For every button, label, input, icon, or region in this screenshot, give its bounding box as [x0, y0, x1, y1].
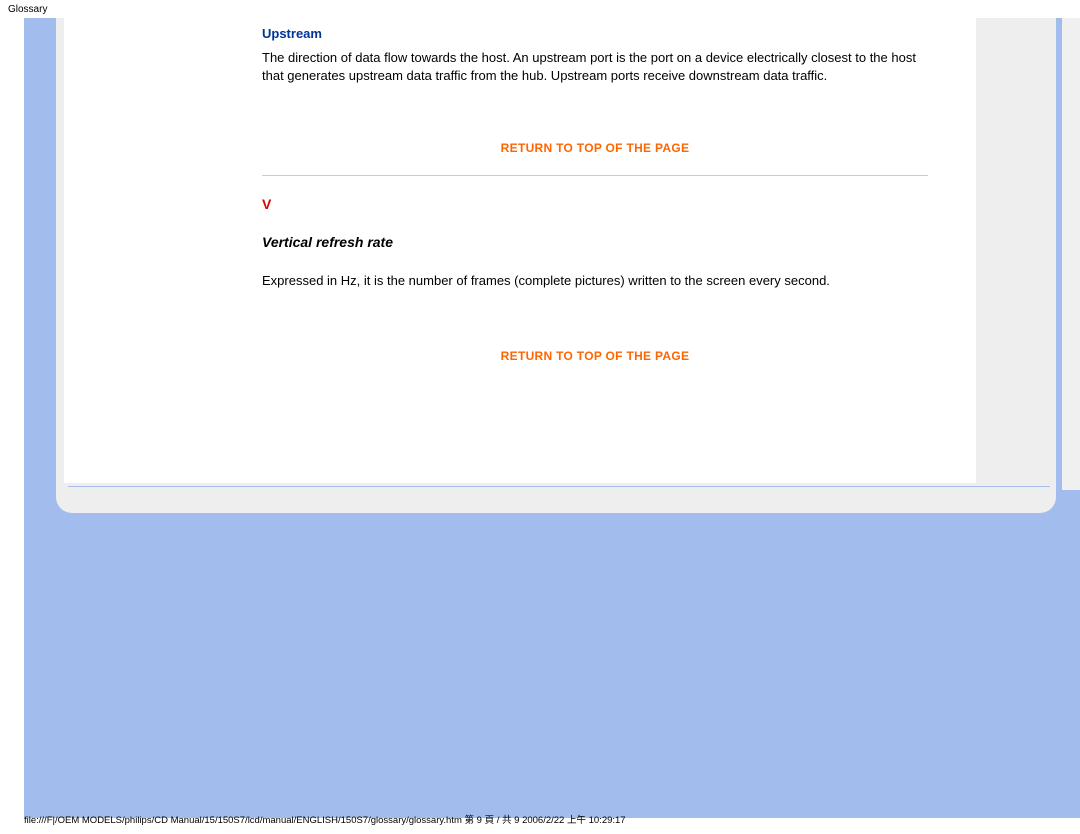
upstream-description: The direction of data flow towards the h…: [262, 49, 928, 85]
header-label: Glossary: [0, 0, 1080, 19]
upstream-term-link[interactable]: Upstream: [262, 26, 322, 41]
divider: [262, 175, 928, 176]
content-box: Upstream The direction of data flow towa…: [64, 18, 976, 483]
content-inner: Upstream The direction of data flow towa…: [262, 25, 928, 383]
main-panel: Upstream The direction of data flow towa…: [56, 18, 1056, 513]
bottom-divider: [68, 486, 1050, 487]
vertical-refresh-description: Expressed in Hz, it is the number of fra…: [262, 272, 928, 290]
return-top-link-2[interactable]: RETURN TO TOP OF THE PAGE: [262, 349, 928, 363]
return-top-link-1[interactable]: RETURN TO TOP OF THE PAGE: [262, 141, 928, 155]
scrollbar-track[interactable]: [1062, 18, 1080, 490]
section-letter-v: V: [262, 196, 928, 212]
footer-path: file:///F|/OEM MODELS/philips/CD Manual/…: [24, 812, 626, 826]
vertical-refresh-heading: Vertical refresh rate: [262, 234, 928, 250]
